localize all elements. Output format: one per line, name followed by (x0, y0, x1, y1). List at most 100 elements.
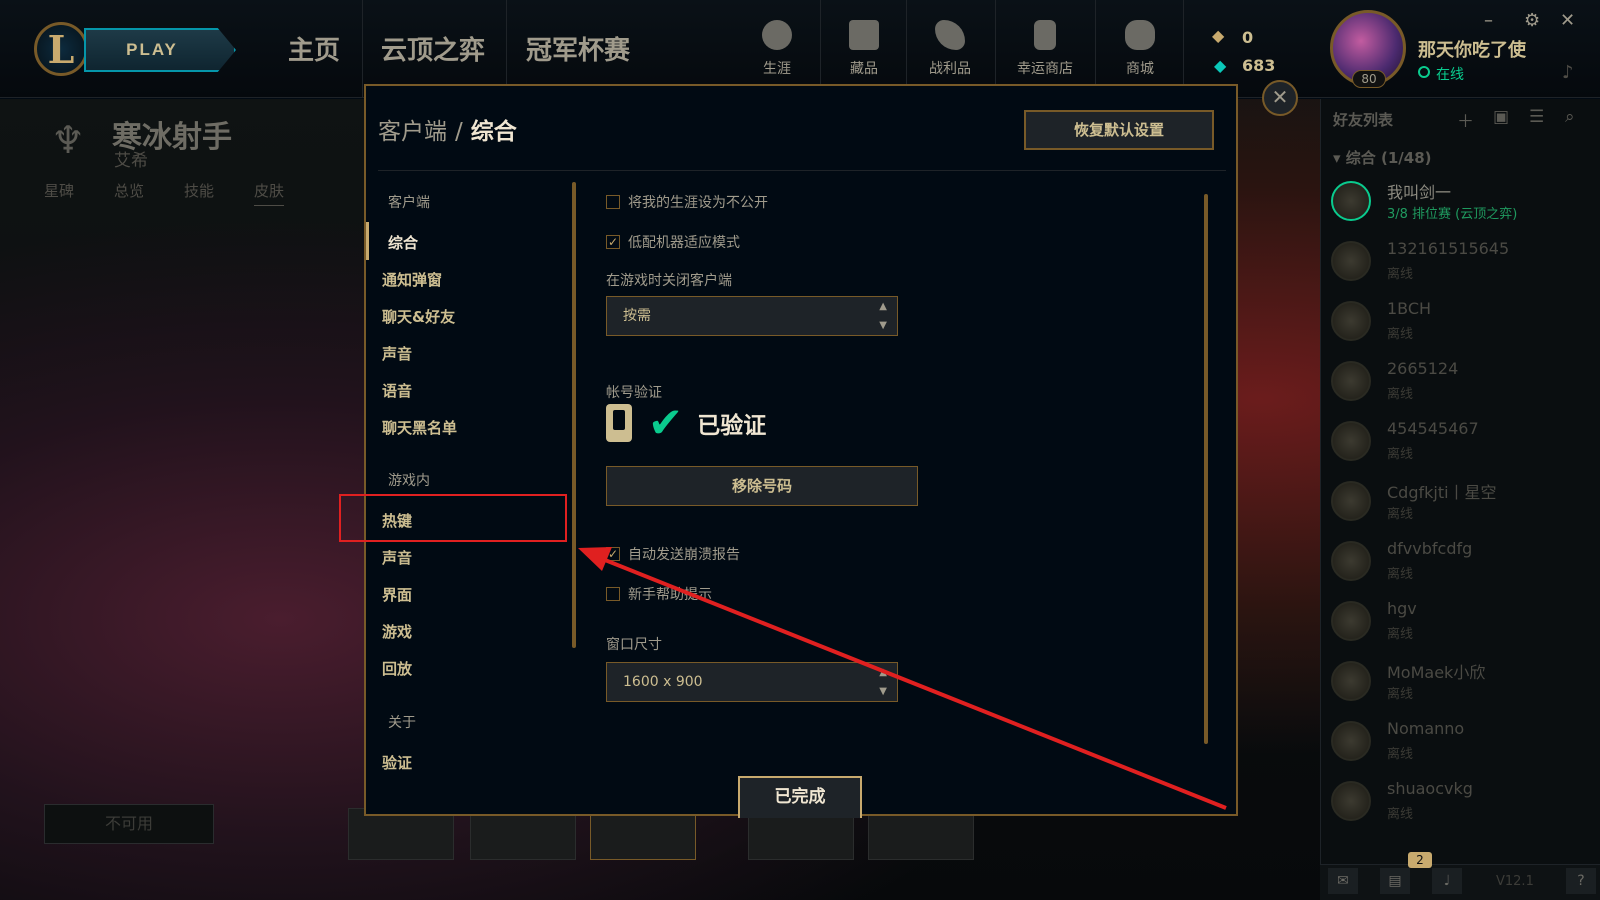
nav-tab-clash[interactable]: 冠军杯赛 (526, 30, 630, 67)
friend-list-item[interactable]: Nomanno 离线 (1331, 715, 1593, 771)
sidebar-item-chat-friends[interactable]: 聊天&好友 (382, 306, 455, 327)
champion-class-icon: ♆ (50, 118, 86, 162)
sidebar-item-voice[interactable]: 语音 (382, 380, 412, 401)
verified-text: 已验证 (697, 413, 767, 439)
low-spec-checkbox[interactable]: ✓ (606, 235, 620, 249)
nav-divider (362, 0, 363, 98)
crash-report-checkbox[interactable]: ✓ (606, 547, 620, 561)
sidebar-item-replays[interactable]: 回放 (382, 658, 412, 679)
sidebar-selected-indicator (366, 222, 369, 260)
profile-icon (762, 20, 792, 50)
play-button[interactable]: PLAY (84, 28, 236, 72)
nav-collection[interactable]: 藏品 (822, 20, 906, 78)
window-size-select[interactable]: 1600 x 900 ▲ ▼ (606, 662, 898, 702)
champion-tab-abilities[interactable]: 技能 (184, 180, 214, 201)
friend-list-item[interactable]: 454545467 离线 (1331, 415, 1593, 471)
breadcrumb-separator: / (455, 119, 463, 145)
friends-list-title: 好友列表 (1333, 111, 1394, 129)
select-arrows-icon: ▲ ▼ (879, 667, 887, 697)
friend-avatar (1331, 661, 1371, 701)
chat-icon[interactable]: ✉ (1328, 868, 1358, 894)
friend-list-item[interactable]: 2665124 离线 (1331, 355, 1593, 411)
nav-profile[interactable]: 生涯 (735, 20, 819, 78)
lucky-store-icon (1034, 20, 1056, 50)
microphone-icon[interactable]: ♩ (1432, 868, 1462, 894)
close-client-select[interactable]: 按需 ▲ ▼ (606, 296, 898, 336)
friend-name: 1BCH (1387, 299, 1432, 318)
sidebar-item-blocklist[interactable]: 聊天黑名单 (382, 417, 457, 438)
unavailable-button[interactable]: 不可用 (44, 804, 214, 844)
friend-list-item[interactable]: 132161515645 离线 (1331, 235, 1593, 291)
friend-list-item[interactable]: hgv 离线 (1331, 595, 1593, 651)
tutorial-tips-option[interactable]: 新手帮助提示 (606, 584, 712, 604)
champion-subtitle: 艾希 (114, 151, 148, 171)
settings-gear-icon[interactable]: ⚙ (1524, 10, 1540, 31)
loot-icon (935, 20, 965, 50)
friend-avatar (1331, 301, 1371, 341)
notification-count-badge: 2 (1408, 852, 1432, 868)
nav-profile-label: 生涯 (763, 61, 791, 77)
remove-number-button[interactable]: 移除号码 (606, 466, 918, 506)
minimize-icon[interactable]: – (1484, 10, 1493, 31)
nav-store-label: 商城 (1126, 61, 1154, 77)
modal-close-icon[interactable]: ✕ (1262, 80, 1298, 116)
low-spec-option[interactable]: ✓ 低配机器适应模式 (606, 232, 740, 252)
restore-defaults-button[interactable]: 恢复默认设置 (1024, 110, 1214, 150)
sidebar-scrollbar[interactable] (572, 182, 576, 648)
friend-avatar (1331, 721, 1371, 761)
champion-tab-overview[interactable]: 总览 (114, 180, 144, 201)
sidebar-item-general[interactable]: 综合 (388, 232, 418, 253)
sidebar-item-sound[interactable]: 声音 (382, 343, 412, 364)
be-balance[interactable]: 683 (1242, 56, 1275, 75)
sidebar-item-verification[interactable]: 验证 (382, 752, 412, 773)
rp-balance[interactable]: 0 (1242, 28, 1253, 47)
add-folder-icon[interactable]: ▣ (1493, 107, 1509, 127)
private-career-option[interactable]: 将我的生涯设为不公开 (606, 192, 768, 212)
sidebar-item-game[interactable]: 游戏 (382, 621, 412, 642)
sidebar-item-ingame-sound[interactable]: 声音 (382, 547, 412, 568)
low-spec-label: 低配机器适应模式 (628, 235, 740, 251)
nav-lucky-store-label: 幸运商店 (1017, 61, 1073, 77)
client-version: V12.1 (1496, 874, 1534, 889)
friend-list-item[interactable]: dfvvbfcdfg 离线 (1331, 535, 1593, 591)
lol-logo-icon[interactable]: L (34, 22, 88, 76)
friend-list-item[interactable]: MoMaek小欣 离线 (1331, 655, 1593, 711)
friend-list-item[interactable]: Cdgfkjti丨星空 离线 (1331, 475, 1593, 531)
sidebar-item-notifications[interactable]: 通知弹窗 (382, 269, 442, 290)
crash-report-label: 自动发送崩溃报告 (628, 547, 740, 563)
nav-store[interactable]: 商城 (1098, 20, 1182, 78)
friend-group-header[interactable]: ▾ 综合 (1/48) (1333, 147, 1432, 168)
help-icon[interactable]: ? (1566, 868, 1596, 894)
phone-icon (606, 404, 632, 442)
blue-essence-icon: ◆ (1214, 56, 1227, 75)
search-icon[interactable]: ⌕ (1565, 107, 1575, 127)
summoner-status[interactable]: 在线 (1436, 64, 1464, 84)
friend-list-item[interactable]: 我叫剑一 3/8 排位赛 (云顶之弈) (1331, 175, 1593, 231)
done-button[interactable]: 已完成 (738, 776, 862, 818)
friend-status: 离线 (1387, 327, 1414, 342)
close-icon[interactable]: ✕ (1560, 10, 1575, 31)
tutorial-tips-checkbox[interactable] (606, 587, 620, 601)
nav-loot[interactable]: 战利品 (908, 20, 992, 78)
friend-name: 132161515645 (1387, 239, 1510, 258)
friend-name: 2665124 (1387, 359, 1459, 378)
friend-name: 我叫剑一 (1387, 183, 1452, 202)
nav-tab-home[interactable]: 主页 (288, 30, 340, 67)
private-career-checkbox[interactable] (606, 195, 620, 209)
missions-icon[interactable]: ▤ (1380, 868, 1410, 894)
champion-tab-skins[interactable]: 皮肤 (254, 180, 285, 206)
friend-list-item[interactable]: shuaocvkg 离线 (1331, 775, 1593, 831)
list-view-icon[interactable]: ☰ (1529, 107, 1544, 127)
nav-tab-tft[interactable]: 云顶之弈 (381, 30, 485, 67)
add-friend-icon[interactable]: ＋ (1457, 107, 1474, 132)
content-scrollbar[interactable] (1204, 194, 1208, 744)
crash-report-option[interactable]: ✓ 自动发送崩溃报告 (606, 544, 740, 564)
sidebar-header-about: 关于 (388, 715, 416, 731)
summoner-name[interactable]: 那天你吃了使 (1418, 36, 1526, 62)
nav-lucky-store[interactable]: 幸运商店 (1003, 20, 1087, 78)
bell-icon[interactable]: ♪ (1562, 62, 1574, 83)
friend-list-item[interactable]: 1BCH 离线 (1331, 295, 1593, 351)
champion-tab-stats[interactable]: 星碑 (44, 180, 74, 201)
status-online-icon (1418, 66, 1430, 78)
sidebar-item-interface[interactable]: 界面 (382, 584, 412, 605)
